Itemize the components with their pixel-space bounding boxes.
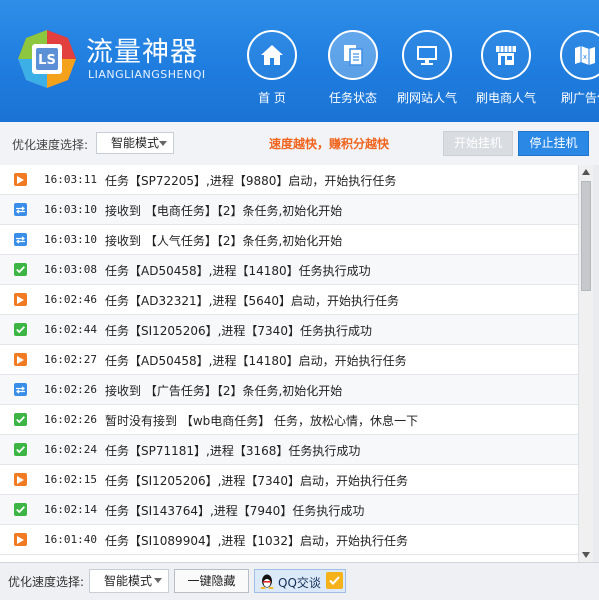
log-time: 16:02:15 <box>44 473 97 486</box>
check-icon <box>14 503 27 516</box>
nav-site-label: 刷网站人气 <box>396 91 457 105</box>
speed-mode-select[interactable]: 智能模式 <box>96 132 174 154</box>
check-icon <box>14 413 27 426</box>
log-row: 16:02:24 任务【SP71181】,进程【3168】任务执行成功 <box>0 435 578 465</box>
log-time: 16:02:26 <box>44 413 97 426</box>
stop-hangup-button[interactable]: 停止挂机 <box>518 131 589 156</box>
log-row: 16:02:14 任务【SI143764】,进程【7940】任务执行成功 <box>0 495 578 525</box>
transfer-icon <box>14 203 27 216</box>
log-row: 16:02:26 接收到 【广告任务】【2】条任务,初始化开始 <box>0 375 578 405</box>
qq-chat-label: QQ交谈 <box>278 576 321 590</box>
log-row: 16:01:40 任务【SI1089904】,进程【1032】启动，开始执行任务 <box>0 525 578 555</box>
log-message: 接收到 【广告任务】【2】条任务,初始化开始 <box>105 384 343 398</box>
log-time: 16:02:46 <box>44 293 97 306</box>
chevron-down-icon <box>154 578 162 583</box>
scroll-thumb[interactable] <box>581 181 591 291</box>
play-icon <box>14 533 27 546</box>
log-row: 16:03:10 接收到 【人气任务】【2】条任务,初始化开始 <box>0 225 578 255</box>
log-row: 16:02:27 任务【AD50458】,进程【14180】启动，开始执行任务 <box>0 345 578 375</box>
hide-all-button[interactable]: 一键隐藏 <box>174 569 249 593</box>
nav-site-popularity[interactable]: 刷网站人气 <box>387 30 467 112</box>
bottom-speed-label: 优化速度选择: <box>8 575 85 589</box>
log-message: 任务【SI1205206】,进程【7340】任务执行成功 <box>105 324 372 338</box>
log-message: 接收到 【电商任务】【2】条任务,初始化开始 <box>105 204 343 218</box>
start-hangup-button[interactable]: 开始挂机 <box>443 131 513 156</box>
scroll-down-icon[interactable] <box>579 548 593 562</box>
bottom-speed-mode-value: 智能模式 <box>104 574 153 588</box>
log-message: 任务【AD50458】,进程【14180】任务执行成功 <box>105 264 371 278</box>
monitor-icon <box>417 46 437 65</box>
svg-text:LS: LS <box>38 53 56 68</box>
log-message: 任务【SI1089904】,进程【1032】启动，开始执行任务 <box>105 534 408 548</box>
task-log-list: 16:03:11 任务【SP72205】,进程【9880】启动，开始执行任务 16:… <box>0 165 578 562</box>
app-title: 流量神器 <box>86 37 198 68</box>
speed-mode-value: 智能模式 <box>111 136 160 150</box>
log-time: 16:03:10 <box>44 233 97 246</box>
play-icon <box>14 293 27 306</box>
log-row: 16:02:26 暂时没有接到 【wb电商任务】 任务，放松心情，休息一下 <box>0 405 578 435</box>
log-row: 16:03:10 接收到 【电商任务】【2】条任务,初始化开始 <box>0 195 578 225</box>
transfer-icon <box>14 233 27 246</box>
check-icon <box>14 323 27 336</box>
nav-ad-optimize[interactable]: x 刷广告优 <box>545 30 599 112</box>
log-row: 16:02:46 任务【AD32321】,进程【5640】启动，开始执行任务 <box>0 285 578 315</box>
storefront-icon <box>496 46 516 65</box>
log-message: 接收到 【人气任务】【2】条任务,初始化开始 <box>105 234 343 248</box>
log-message: 任务【SI1205206】,进程【7340】启动，开始执行任务 <box>105 474 408 488</box>
log-message: 任务【AD32321】,进程【5640】启动，开始执行任务 <box>105 294 399 308</box>
qq-chat-button[interactable]: QQ交谈 <box>254 569 346 593</box>
log-time: 16:02:44 <box>44 323 97 336</box>
log-time: 16:02:26 <box>44 383 97 396</box>
map-icon: x <box>575 46 595 65</box>
log-time: 16:02:14 <box>44 503 97 516</box>
nav-home-label: 首 页 <box>258 91 286 105</box>
nav-shop-label: 刷电商人气 <box>475 91 536 105</box>
log-message: 任务【AD50458】,进程【14180】启动，开始执行任务 <box>105 354 407 368</box>
play-icon <box>14 473 27 486</box>
log-row: 16:03:08 任务【AD50458】,进程【14180】任务执行成功 <box>0 255 578 285</box>
log-row: 16:02:44 任务【SI1205206】,进程【7340】任务执行成功 <box>0 315 578 345</box>
nav-task-status[interactable]: 任务状态 <box>313 30 393 112</box>
bottom-speed-mode-select[interactable]: 智能模式 <box>89 569 169 593</box>
app-logo: LS <box>18 30 76 88</box>
log-time: 16:02:24 <box>44 443 97 456</box>
checkmark-icon <box>326 572 343 589</box>
home-icon <box>261 45 283 65</box>
play-icon <box>14 173 27 186</box>
check-icon <box>14 263 27 276</box>
app-header: LS 流量神器 LIANGLIANGSHENQI 首 页 任务状态 刷网站人气 … <box>0 0 599 122</box>
log-time: 16:03:11 <box>44 173 97 186</box>
documents-icon <box>344 45 363 66</box>
nav-home[interactable]: 首 页 <box>232 30 312 112</box>
nav-shop-popularity[interactable]: 刷电商人气 <box>466 30 546 112</box>
log-time: 16:01:40 <box>44 533 97 546</box>
log-row: 16:03:11 任务【SP72205】,进程【9880】启动，开始执行任务 <box>0 165 578 195</box>
check-icon <box>14 443 27 456</box>
window-edge <box>593 165 599 562</box>
app-subtitle: LIANGLIANGSHENQI <box>88 68 206 81</box>
nav-task-label: 任务状态 <box>328 91 377 105</box>
nav-ad-label: 刷广告优 <box>560 91 599 105</box>
log-message: 暂时没有接到 【wb电商任务】 任务，放松心情，休息一下 <box>105 414 419 428</box>
log-scrollbar[interactable] <box>578 165 593 562</box>
svg-text:x: x <box>583 53 587 61</box>
slogan-text: 速度越快，赚积分越快 <box>269 137 390 151</box>
log-message: 任务【SP72205】,进程【9880】启动，开始执行任务 <box>105 174 397 188</box>
log-time: 16:02:27 <box>44 353 97 366</box>
speed-label: 优化速度选择: <box>12 138 89 152</box>
log-time: 16:03:10 <box>44 203 97 216</box>
scroll-up-icon[interactable] <box>579 165 593 179</box>
play-icon <box>14 353 27 366</box>
toolbar: 优化速度选择: 智能模式 速度越快，赚积分越快 开始挂机 停止挂机 <box>0 122 599 166</box>
transfer-icon <box>14 383 27 396</box>
log-message: 任务【SP71181】,进程【3168】任务执行成功 <box>105 444 361 458</box>
chevron-down-icon <box>159 141 167 146</box>
log-time: 16:03:08 <box>44 263 97 276</box>
log-row: 16:02:15 任务【SI1205206】,进程【7340】启动，开始执行任务 <box>0 465 578 495</box>
log-message: 任务【SI143764】,进程【7940】任务执行成功 <box>105 504 365 518</box>
qq-penguin-icon <box>260 574 274 589</box>
bottom-bar: 优化速度选择: 智能模式 一键隐藏 QQ交谈 <box>0 562 599 600</box>
